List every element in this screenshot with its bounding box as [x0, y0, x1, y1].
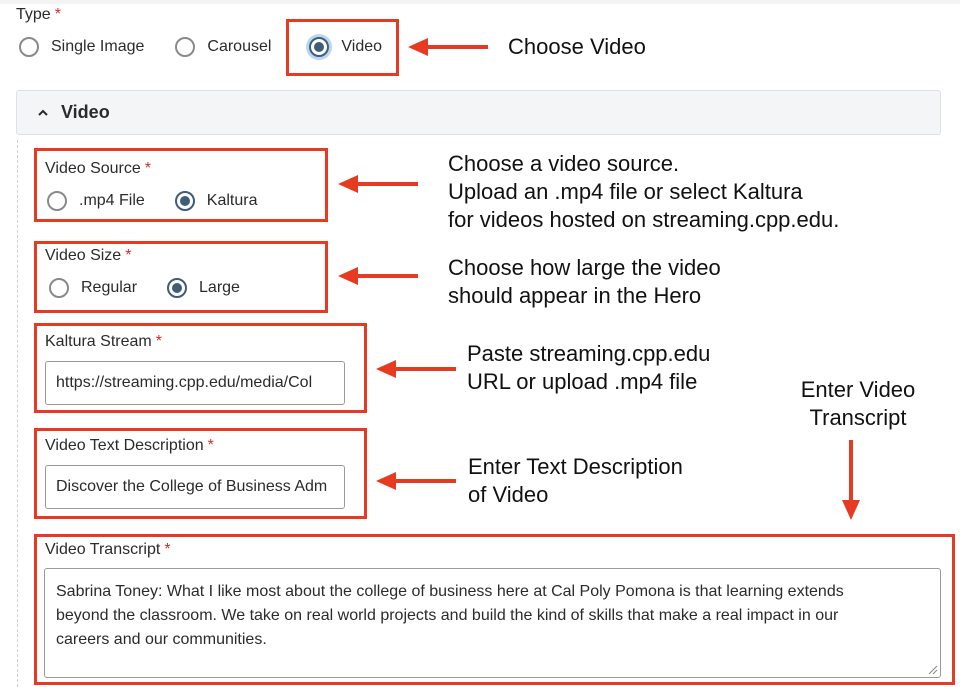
- section-guide-line: [17, 140, 18, 687]
- radio-button-checked[interactable]: [167, 278, 188, 298]
- video-description-label-text: Video Text Description: [45, 437, 204, 454]
- note-kaltura-stream: Paste streaming.cpp.edu URL or upload .m…: [467, 340, 710, 396]
- note-video-description: Enter Text Description of Video: [468, 453, 683, 509]
- video-description-label: Video Text Description *: [45, 437, 214, 455]
- video-source-label-text: Video Source: [45, 160, 141, 177]
- video-source-label: Video Source *: [45, 160, 151, 178]
- type-label: Type *: [16, 6, 61, 24]
- required-mark: *: [144, 160, 152, 177]
- type-option-carousel[interactable]: Carousel: [175, 37, 271, 57]
- required-mark: *: [54, 6, 61, 23]
- required-mark: *: [207, 437, 214, 454]
- resize-handle-icon[interactable]: [928, 665, 938, 675]
- note-line: should appear in the Hero: [448, 283, 702, 308]
- video-source-radio-group: .mp4 File Kaltura: [47, 191, 286, 211]
- kaltura-stream-label: Kaltura Stream *: [45, 333, 162, 351]
- video-description-input[interactable]: Discover the College of Business Adm: [45, 465, 345, 509]
- note-line: URL or upload .mp4 file: [467, 369, 698, 394]
- top-strip: [0, 0, 960, 4]
- required-mark: *: [155, 333, 162, 350]
- video-size-radio-group: Regular Large: [49, 278, 268, 298]
- required-mark: *: [125, 247, 132, 264]
- note-line: Upload an .mp4 file or select Kaltura: [448, 179, 803, 204]
- required-mark: *: [164, 541, 171, 558]
- video-transcript-textarea[interactable]: Sabrina Toney: What I like most about th…: [44, 568, 941, 678]
- radio-button[interactable]: [49, 278, 69, 298]
- kaltura-stream-input[interactable]: https://streaming.cpp.edu/media/Col: [45, 361, 345, 405]
- video-size-label: Video Size *: [45, 247, 131, 265]
- arrow-left-icon: [338, 175, 418, 193]
- radio-label: Kaltura: [206, 192, 258, 209]
- note-line: Enter Video: [800, 377, 916, 402]
- note-line: for videos hosted on streaming.cpp.edu.: [448, 207, 840, 232]
- arrow-left-icon: [376, 360, 456, 378]
- note-video-source: Choose a video source. Upload an .mp4 fi…: [448, 150, 839, 234]
- transcript-line: careers and our communities.: [56, 631, 267, 648]
- note-line: Enter Text Description: [468, 454, 683, 479]
- arrow-left-icon: [338, 267, 418, 285]
- chevron-up-icon[interactable]: [31, 107, 55, 119]
- video-size-option-large[interactable]: Large: [167, 278, 240, 298]
- video-source-option-kaltura[interactable]: Kaltura: [174, 191, 258, 211]
- arrow-left-icon: [376, 472, 456, 490]
- radio-button[interactable]: [19, 37, 39, 57]
- video-transcript-label-text: Video Transcript: [45, 541, 161, 558]
- note-line: Choose how large the video: [448, 255, 721, 280]
- video-source-option-mp4[interactable]: .mp4 File: [47, 191, 145, 211]
- video-size-label-text: Video Size: [45, 247, 122, 264]
- radio-button[interactable]: [175, 37, 196, 57]
- radio-label: Single Image: [51, 38, 145, 55]
- arrow-left-icon: [408, 38, 488, 56]
- video-size-option-regular[interactable]: Regular: [49, 278, 137, 298]
- radio-label: Large: [199, 279, 240, 296]
- type-label-text: Type: [16, 6, 51, 23]
- transcript-line: Sabrina Toney: What I like most about th…: [56, 583, 844, 600]
- note-line: Choose a video source.: [448, 151, 680, 176]
- radio-button-checked[interactable]: [174, 191, 195, 211]
- note-video-transcript: Enter Video Transcript: [788, 376, 928, 432]
- radio-label: Regular: [81, 279, 138, 296]
- section-title: Video: [61, 102, 110, 122]
- note-choose-video: Choose Video: [508, 34, 646, 59]
- radio-label: Carousel: [207, 38, 272, 55]
- note-video-size: Choose how large the video should appear…: [448, 254, 721, 310]
- type-option-single-image[interactable]: Single Image: [19, 37, 144, 57]
- transcript-line: beyond the classroom. We take on real wo…: [56, 607, 839, 624]
- kaltura-stream-label-text: Kaltura Stream: [45, 333, 152, 350]
- arrow-down-icon: [842, 440, 860, 520]
- note-line: Paste streaming.cpp.edu: [467, 341, 711, 366]
- note-line: of Video: [468, 482, 549, 507]
- radio-label: .mp4 File: [79, 192, 145, 209]
- radio-button[interactable]: [47, 191, 67, 211]
- video-transcript-label: Video Transcript *: [45, 541, 171, 559]
- video-section-header[interactable]: Video: [16, 90, 941, 135]
- note-line: Transcript: [809, 405, 907, 430]
- highlight-box-type-video: [286, 19, 399, 76]
